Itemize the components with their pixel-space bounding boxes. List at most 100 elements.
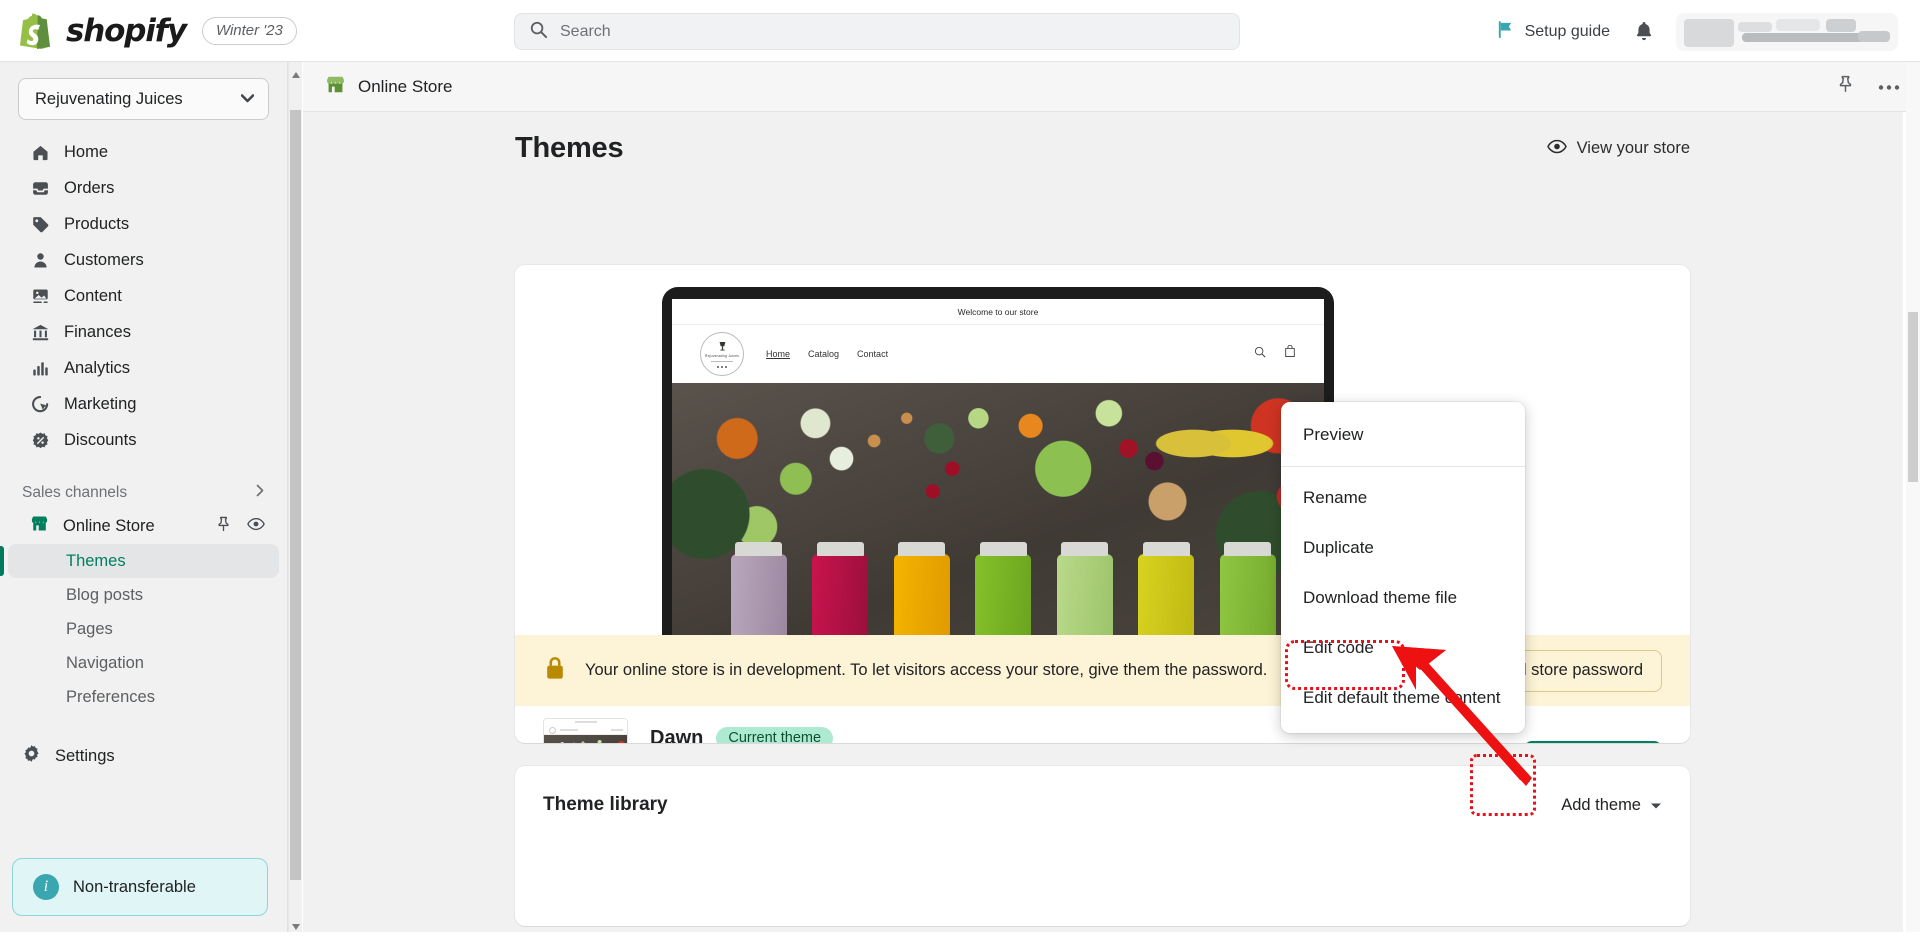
- preview-nav-link[interactable]: Contact: [857, 349, 888, 359]
- chevron-right-icon: [256, 484, 265, 502]
- eye-icon[interactable]: [247, 517, 265, 536]
- orders-inbox-icon: [30, 178, 50, 198]
- sidebar-item-analytics[interactable]: Analytics: [8, 350, 279, 386]
- theme-thumbnail: Rejuvenating Juices: [543, 718, 628, 743]
- sidebar-item-label: Home: [64, 142, 109, 161]
- search-icon: [1254, 345, 1266, 363]
- non-transferable-badge[interactable]: i Non-transferable: [12, 858, 268, 916]
- dropdown-item-edit-default-theme-content[interactable]: Edit default theme content: [1281, 673, 1525, 723]
- sidebar-item-marketing[interactable]: Marketing: [8, 386, 279, 422]
- sidebar-item-orders[interactable]: Orders: [8, 170, 279, 206]
- status-badge: Current theme: [716, 726, 834, 743]
- theme-actions-dropdown: Preview Rename Duplicate Download theme …: [1281, 402, 1525, 733]
- sidebar-item-settings[interactable]: Settings: [0, 738, 287, 774]
- content-header-title: Online Store: [358, 76, 453, 96]
- sidebar-item-label: Content: [64, 286, 122, 305]
- store-name: Rejuvenating Juices: [35, 89, 183, 108]
- sidebar-item-label: Online Store: [63, 516, 155, 535]
- sidebar-item-blog-posts[interactable]: Blog posts: [8, 578, 279, 612]
- sidebar-item-finances[interactable]: Finances: [8, 314, 279, 350]
- sidebar-item-label: Pages: [66, 619, 113, 638]
- scroll-up-arrow-icon[interactable]: [291, 66, 301, 78]
- sidebar-item-themes[interactable]: Themes: [8, 544, 279, 578]
- page-scrollbar[interactable]: [1906, 62, 1920, 932]
- preview-nav-links: Home Catalog Contact: [766, 349, 888, 359]
- preview-juice-bottles: [672, 519, 1324, 635]
- chevron-down-icon: [1650, 796, 1662, 815]
- cart-icon: [1284, 344, 1296, 363]
- sidebar-item-label: Marketing: [64, 394, 137, 413]
- preview-nav-link[interactable]: Catalog: [808, 349, 839, 359]
- account-avatar[interactable]: [1676, 13, 1898, 51]
- brand-wordmark: shopify: [66, 12, 187, 49]
- sidebar-item-label: Settings: [55, 746, 115, 765]
- dropdown-item-duplicate[interactable]: Duplicate: [1281, 523, 1525, 573]
- non-transferable-label: Non-transferable: [73, 877, 196, 896]
- bank-icon: [30, 322, 50, 342]
- desktop-preview-screen: Welcome to our store Rejuvenating Juices…: [672, 299, 1324, 635]
- primary-nav: Home Orders Products Customers Content F…: [0, 134, 287, 458]
- desktop-preview-frame: Welcome to our store Rejuvenating Juices…: [662, 287, 1334, 635]
- sidebar-item-preferences[interactable]: Preferences: [8, 680, 279, 714]
- view-your-store-label: View your store: [1576, 139, 1690, 157]
- sidebar-item-customers[interactable]: Customers: [8, 242, 279, 278]
- view-your-store-button[interactable]: View your store: [1546, 139, 1690, 159]
- sidebar-item-navigation[interactable]: Navigation: [8, 646, 279, 680]
- sidebar-item-products[interactable]: Products: [8, 206, 279, 242]
- flag-icon: [1496, 20, 1515, 44]
- store-switcher[interactable]: Rejuvenating Juices: [18, 78, 269, 120]
- sidebar-scrollbar-thumb[interactable]: [290, 110, 301, 880]
- search-placeholder: Search: [560, 22, 611, 40]
- info-icon: i: [33, 874, 59, 900]
- bar-chart-icon: [30, 358, 50, 378]
- pin-icon[interactable]: [1837, 75, 1854, 98]
- ellipsis-icon[interactable]: [1878, 78, 1900, 96]
- preview-nav-link[interactable]: Home: [766, 349, 790, 359]
- sidebar-scrollbar[interactable]: [288, 62, 302, 932]
- pin-icon[interactable]: [216, 516, 231, 537]
- sales-channels-label: Sales channels: [22, 484, 128, 501]
- add-theme-button[interactable]: Add theme: [1561, 796, 1662, 815]
- discount-percent-icon: [30, 430, 50, 450]
- dropdown-item-rename[interactable]: Rename: [1281, 473, 1525, 523]
- sidebar-item-label: Analytics: [64, 358, 131, 377]
- sidebar-item-content[interactable]: Content: [8, 278, 279, 314]
- scroll-down-arrow-icon[interactable]: [291, 918, 301, 930]
- sidebar-item-label: Discounts: [64, 430, 137, 449]
- sidebar-item-discounts[interactable]: Discounts: [8, 422, 279, 458]
- search-icon: [529, 20, 548, 44]
- left-sidebar: Rejuvenating Juices Home Orders Products: [0, 62, 288, 932]
- sidebar-item-label: Customers: [64, 250, 144, 269]
- sidebar-item-online-store[interactable]: Online Store: [8, 508, 279, 544]
- setup-guide-button[interactable]: Setup guide: [1496, 20, 1610, 44]
- theme-row-actions: Customize: [1464, 741, 1662, 743]
- page-header: Themes View your store: [515, 132, 1690, 165]
- shopify-brand[interactable]: shopify Winter '23: [20, 12, 297, 50]
- theme-details: Dawn Current theme Last saved: Sep 13 at…: [650, 726, 903, 744]
- dropdown-item-edit-code[interactable]: Edit code: [1281, 623, 1525, 673]
- sidebar-item-label: Orders: [64, 178, 115, 197]
- customize-button[interactable]: Customize: [1524, 741, 1662, 743]
- sidebar-item-pages[interactable]: Pages: [8, 612, 279, 646]
- preview-hero-image: [672, 383, 1324, 635]
- search-input[interactable]: Search: [514, 13, 1240, 50]
- sidebar-item-label: Themes: [66, 551, 126, 570]
- version-pill: Winter '23: [201, 16, 297, 45]
- setup-guide-label: Setup guide: [1524, 23, 1610, 40]
- preview-logo-text: Rejuvenating Juices: [704, 353, 740, 358]
- page-scrollbar-thumb[interactable]: [1908, 312, 1918, 482]
- theme-name: Dawn: [650, 726, 704, 744]
- eye-icon: [1546, 139, 1567, 159]
- preview-nav: Rejuvenating Juices Home Catalog Contact: [672, 325, 1324, 383]
- notifications-bell-button[interactable]: [1633, 20, 1655, 48]
- sales-channels-section[interactable]: Sales channels: [0, 478, 287, 508]
- gear-icon: [22, 744, 41, 768]
- storefront-icon: [325, 74, 346, 100]
- product-tag-icon: [30, 214, 50, 234]
- sidebar-item-home[interactable]: Home: [8, 134, 279, 170]
- preview-logo: Rejuvenating Juices: [700, 332, 744, 376]
- storefront-icon: [30, 514, 49, 538]
- dropdown-item-download-theme-file[interactable]: Download theme file: [1281, 573, 1525, 623]
- sidebar-item-label: Navigation: [66, 653, 144, 672]
- dropdown-item-preview[interactable]: Preview: [1281, 410, 1525, 460]
